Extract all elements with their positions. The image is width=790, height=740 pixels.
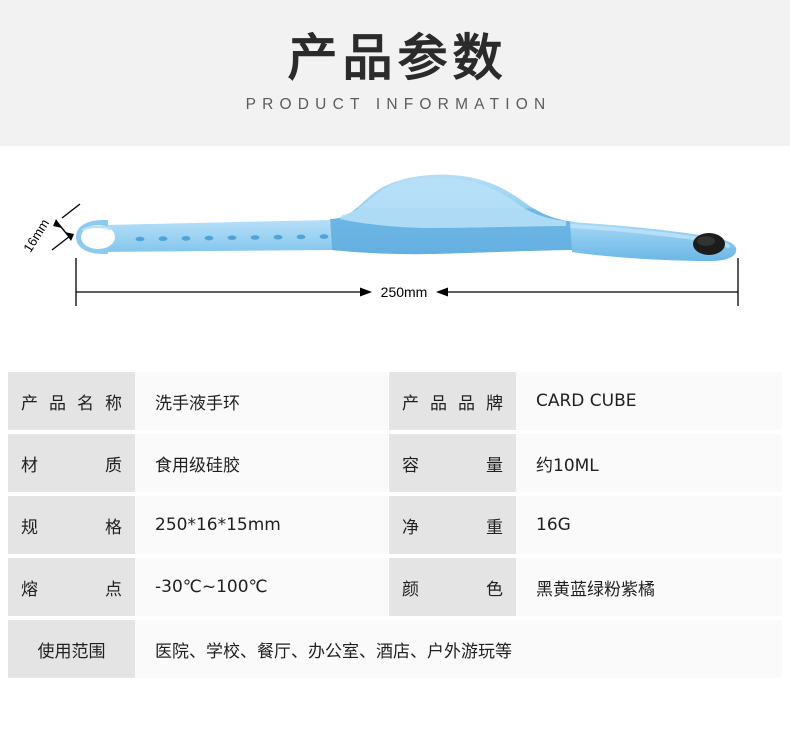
spec-label-text: 颜 色	[402, 579, 503, 600]
spec-value-text: 约10ML	[536, 455, 599, 476]
spec-table: 产品名称 洗手液手环 产品品牌 CARD CUBE 材 质 食用级硅胶 容 量 …	[8, 372, 782, 678]
table-row: 使用范围 医院、学校、餐厅、办公室、酒店、户外游玩等	[8, 620, 782, 678]
spec-label-cell: 产品名称	[8, 372, 135, 430]
table-row: 熔 点 -30℃~100℃ 颜 色 黑黄蓝绿粉紫橘	[8, 558, 782, 616]
spec-label-text: 净 重	[402, 517, 503, 538]
spec-value-text: 医院、学校、餐厅、办公室、酒店、户外游玩等	[155, 641, 512, 662]
spec-value-cell: CARD CUBE	[516, 372, 782, 430]
dimension-length-label: 250mm	[381, 284, 428, 300]
spec-value-cell: 医院、学校、餐厅、办公室、酒店、户外游玩等	[135, 620, 782, 678]
header-text-group: 产品参数 PRODUCT INFORMATION	[0, 0, 790, 146]
spec-value-text: 洗手液手环	[155, 393, 240, 414]
spec-value-cell: 洗手液手环	[135, 372, 388, 430]
spec-value-text: 16G	[536, 515, 571, 535]
spec-value-cell: 250*16*15mm	[135, 496, 388, 554]
spec-label-cell: 规 格	[8, 496, 135, 554]
spec-value-cell: 约10ML	[516, 434, 782, 492]
spec-label-text: 使用范围	[37, 641, 106, 662]
spec-label-cell: 材 质	[8, 434, 135, 492]
wristband-tail	[570, 222, 737, 261]
spec-label-cell: 净 重	[389, 496, 516, 554]
spec-label-cell: 产品品牌	[389, 372, 516, 430]
wristband-dispenser-body	[330, 174, 575, 255]
page-subtitle: PRODUCT INFORMATION	[245, 96, 552, 114]
spec-value-cell: 16G	[516, 496, 782, 554]
spec-value-text: -30℃~100℃	[155, 577, 268, 597]
spec-value-text: 250*16*15mm	[155, 515, 281, 535]
spec-value-cell: 食用级硅胶	[135, 434, 388, 492]
page-title: 产品参数	[287, 28, 508, 87]
spec-label-text: 产品名称	[21, 393, 122, 414]
spec-label-text: 规 格	[21, 517, 122, 538]
spec-value-text: CARD CUBE	[536, 391, 637, 411]
spec-label-text: 材 质	[21, 455, 122, 476]
spec-value-text: 黑黄蓝绿粉紫橘	[536, 579, 655, 600]
table-row: 产品名称 洗手液手环 产品品牌 CARD CUBE	[8, 372, 782, 430]
table-row: 材 质 食用级硅胶 容 量 约10ML	[8, 434, 782, 492]
spec-value-text: 食用级硅胶	[155, 455, 240, 476]
spec-value-cell: -30℃~100℃	[135, 558, 388, 616]
table-row: 规 格 250*16*15mm 净 重 16G	[8, 496, 782, 554]
page-header-banner: 产品参数 PRODUCT INFORMATION	[0, 0, 790, 146]
product-image-area: 16mm 250mm	[0, 146, 790, 350]
dimension-width: 16mm	[20, 203, 81, 255]
dimension-width-label: 16mm	[20, 216, 52, 255]
spec-label-text: 产品品牌	[402, 393, 503, 414]
spec-label-text: 容 量	[402, 455, 503, 476]
wristband-strap	[76, 220, 332, 254]
spec-value-cell: 黑黄蓝绿粉紫橘	[516, 558, 782, 616]
spec-label-cell: 容 量	[389, 434, 516, 492]
spec-label-text: 熔 点	[21, 579, 122, 600]
spec-label-cell: 使用范围	[8, 620, 135, 678]
spec-label-cell: 颜 色	[389, 558, 516, 616]
spec-label-cell: 熔 点	[8, 558, 135, 616]
wristband-illustration: 16mm 250mm	[20, 174, 739, 306]
dimension-length: 250mm	[75, 258, 739, 306]
